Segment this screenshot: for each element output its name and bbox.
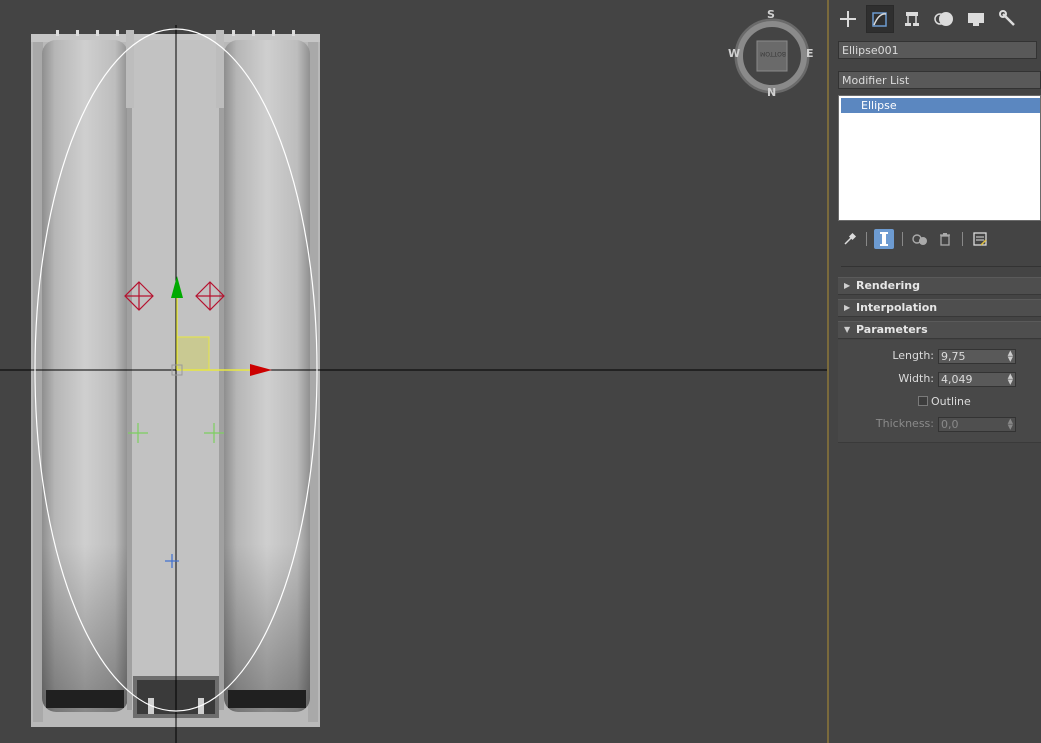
- collapsed-arrow-icon: ▶: [844, 303, 851, 312]
- hierarchy-icon: [905, 12, 919, 26]
- object-name-field[interactable]: Ellipse001: [838, 41, 1037, 59]
- thickness-value: 0,0: [941, 418, 959, 431]
- rollout-parameters-title: Parameters: [856, 323, 928, 336]
- model-roller-left: [42, 40, 128, 712]
- trash-icon: [940, 233, 950, 246]
- display-icon: [968, 13, 984, 26]
- end-result-icon: [880, 232, 888, 246]
- create-tab[interactable]: [834, 5, 862, 33]
- width-label: Width:: [898, 372, 934, 385]
- stack-item-ellipse[interactable]: Ellipse: [841, 98, 1040, 113]
- pin-stack-button[interactable]: [840, 229, 860, 249]
- viewport-top[interactable]: S N W E BOTTOM: [0, 0, 827, 743]
- thickness-spinner[interactable]: 0,0 ▲ ▼: [938, 417, 1016, 432]
- rollout-interpolation[interactable]: ▶ Interpolation: [838, 299, 1041, 317]
- width-spinner[interactable]: 4,049 ▲ ▼: [938, 372, 1016, 387]
- spinner-arrows-icon[interactable]: ▲ ▼: [1008, 350, 1013, 363]
- viewcube-south-label[interactable]: N: [767, 86, 776, 99]
- make-unique-button[interactable]: [910, 229, 930, 249]
- viewcube-face-label[interactable]: BOTTOM: [758, 50, 788, 57]
- viewcube-east-label[interactable]: E: [806, 47, 814, 60]
- wrench-icon: [999, 10, 1015, 26]
- show-end-result-button[interactable]: [874, 229, 894, 249]
- thickness-label: Thickness:: [875, 417, 934, 430]
- expanded-arrow-icon: ▼: [844, 325, 851, 334]
- command-panel-tabs: [829, 0, 1041, 38]
- utilities-tab[interactable]: [994, 5, 1022, 33]
- modify-tab[interactable]: [866, 5, 894, 33]
- spinner-arrows-icon[interactable]: ▲ ▼: [1008, 418, 1013, 431]
- make-unique-icon: [912, 234, 927, 245]
- panel-resize-grip[interactable]: [841, 266, 1041, 271]
- modifier-list-dropdown[interactable]: Modifier List: [838, 71, 1041, 89]
- motion-icon: [934, 12, 953, 26]
- rollout-interpolation-title: Interpolation: [856, 301, 938, 314]
- modify-icon: [872, 12, 887, 27]
- plus-icon: [840, 11, 856, 27]
- hierarchy-tab[interactable]: [898, 5, 926, 33]
- command-panel: Ellipse001 Modifier List Ellipse ▶ Rende…: [829, 0, 1041, 743]
- outline-label: Outline: [931, 395, 971, 408]
- rollout-rendering-title: Rendering: [856, 279, 920, 292]
- viewport-canvas[interactable]: [0, 0, 827, 743]
- toolbar-separator: [962, 232, 963, 246]
- toolbar-separator: [866, 232, 867, 246]
- viewcube-west-label[interactable]: W: [728, 47, 740, 60]
- length-label: Length:: [892, 349, 934, 362]
- viewcube-north-label[interactable]: S: [767, 8, 775, 21]
- model-roller-right: [224, 40, 310, 712]
- width-value: 4,049: [941, 373, 973, 386]
- outline-checkbox[interactable]: [918, 396, 928, 406]
- motion-tab[interactable]: [930, 5, 958, 33]
- stack-toolbar: [838, 228, 1041, 250]
- remove-modifier-button[interactable]: [935, 229, 955, 249]
- parameters-body: Length: 9,75 ▲ ▼ Width: 4,049 ▲ ▼ Outline …: [838, 340, 1041, 443]
- toolbar-separator: [902, 232, 903, 246]
- spinner-arrows-icon[interactable]: ▲ ▼: [1008, 373, 1013, 386]
- display-tab[interactable]: [962, 5, 990, 33]
- modifier-stack[interactable]: Ellipse: [838, 95, 1041, 221]
- pin-icon: [844, 232, 857, 245]
- length-value: 9,75: [941, 350, 966, 363]
- rollout-rendering[interactable]: ▶ Rendering: [838, 277, 1041, 295]
- length-spinner[interactable]: 9,75 ▲ ▼: [938, 349, 1016, 364]
- rollout-parameters[interactable]: ▼ Parameters: [838, 321, 1041, 339]
- model-chassis: [126, 30, 224, 718]
- collapsed-arrow-icon: ▶: [844, 281, 851, 290]
- configure-sets-button[interactable]: [970, 229, 990, 249]
- configure-icon: [973, 232, 987, 246]
